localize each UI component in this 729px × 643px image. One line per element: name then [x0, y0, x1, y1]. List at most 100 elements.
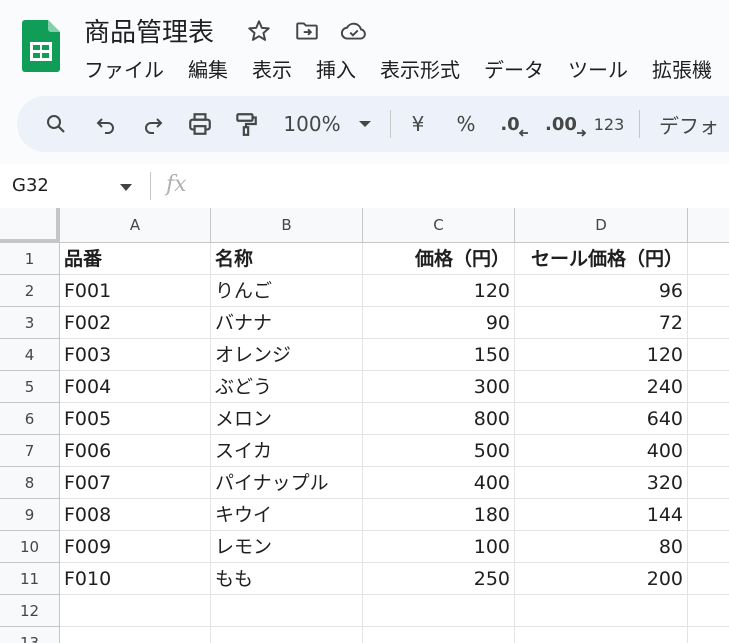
empty-cell[interactable] — [688, 531, 729, 563]
table-cell[interactable]: 100 — [363, 531, 515, 563]
table-cell[interactable]: 96 — [515, 275, 688, 307]
empty-cell[interactable] — [688, 627, 729, 643]
table-cell[interactable]: ぶどう — [211, 371, 363, 403]
menu-insert[interactable]: 挿入 — [316, 54, 356, 83]
empty-cell[interactable] — [60, 627, 211, 643]
row-header-3[interactable]: 3 — [0, 307, 60, 339]
empty-cell[interactable] — [60, 595, 211, 627]
table-cell[interactable]: 400 — [515, 435, 688, 467]
star-icon[interactable] — [246, 18, 272, 44]
table-cell[interactable]: バナナ — [211, 307, 363, 339]
row-header-12[interactable]: 12 — [0, 595, 60, 627]
table-cell[interactable]: オレンジ — [211, 339, 363, 371]
table-cell[interactable]: F001 — [60, 275, 211, 307]
column-header-b[interactable]: B — [211, 208, 363, 243]
table-cell[interactable]: 400 — [363, 467, 515, 499]
table-cell[interactable]: レモン — [211, 531, 363, 563]
menu-view[interactable]: 表示 — [252, 54, 292, 83]
percent-format-button[interactable]: % — [451, 96, 481, 152]
column-header-partial[interactable] — [688, 208, 729, 243]
empty-cell[interactable] — [688, 339, 729, 371]
table-cell[interactable]: F002 — [60, 307, 211, 339]
table-cell[interactable]: 640 — [515, 403, 688, 435]
empty-cell[interactable] — [688, 499, 729, 531]
table-cell[interactable]: 240 — [515, 371, 688, 403]
menu-tools[interactable]: ツール — [568, 54, 628, 83]
table-cell[interactable]: F005 — [60, 403, 211, 435]
chevron-down-icon[interactable] — [120, 184, 132, 191]
chevron-down-icon[interactable] — [353, 96, 377, 152]
empty-cell[interactable] — [363, 627, 515, 643]
undo-icon[interactable] — [91, 96, 121, 152]
row-header-11[interactable]: 11 — [0, 563, 60, 595]
table-cell[interactable]: F006 — [60, 435, 211, 467]
search-icon[interactable] — [41, 96, 71, 152]
empty-cell[interactable] — [211, 627, 363, 643]
table-cell[interactable]: 144 — [515, 499, 688, 531]
menu-data[interactable]: データ — [484, 54, 544, 83]
table-cell[interactable]: F010 — [60, 563, 211, 595]
currency-format-button[interactable]: ¥ — [403, 96, 433, 152]
table-cell[interactable]: 320 — [515, 467, 688, 499]
header-cell[interactable]: 名称 — [211, 243, 363, 275]
menu-format[interactable]: 表示形式 — [380, 54, 460, 83]
row-header-2[interactable]: 2 — [0, 275, 60, 307]
empty-cell[interactable] — [515, 627, 688, 643]
header-cell[interactable]: 品番 — [60, 243, 211, 275]
increase-decimal-button[interactable]: .00 — [541, 96, 591, 152]
more-formats-button[interactable]: 123 — [591, 96, 627, 152]
table-cell[interactable]: 250 — [363, 563, 515, 595]
empty-cell[interactable] — [688, 435, 729, 467]
move-folder-icon[interactable] — [294, 18, 320, 44]
column-header-a[interactable]: A — [60, 208, 211, 243]
row-header-6[interactable]: 6 — [0, 403, 60, 435]
empty-cell[interactable] — [688, 275, 729, 307]
table-cell[interactable]: スイカ — [211, 435, 363, 467]
table-cell[interactable]: F009 — [60, 531, 211, 563]
table-cell[interactable]: 500 — [363, 435, 515, 467]
header-cell[interactable]: セール価格（円） — [515, 243, 688, 275]
table-cell[interactable]: F008 — [60, 499, 211, 531]
table-cell[interactable]: 200 — [515, 563, 688, 595]
empty-cell[interactable] — [688, 595, 729, 627]
zoom-select[interactable]: 100% — [277, 96, 347, 152]
table-cell[interactable]: F004 — [60, 371, 211, 403]
empty-cell[interactable] — [688, 467, 729, 499]
table-cell[interactable]: メロン — [211, 403, 363, 435]
table-cell[interactable]: キウイ — [211, 499, 363, 531]
table-cell[interactable]: りんご — [211, 275, 363, 307]
font-select[interactable]: デフォ — [659, 96, 729, 152]
empty-cell[interactable] — [211, 595, 363, 627]
menu-extensions[interactable]: 拡張機 — [652, 54, 712, 83]
menu-edit[interactable]: 編集 — [188, 54, 228, 83]
print-icon[interactable] — [184, 96, 216, 152]
empty-cell[interactable] — [363, 595, 515, 627]
row-header-13[interactable]: 13 — [0, 627, 60, 643]
table-cell[interactable]: 150 — [363, 339, 515, 371]
table-cell[interactable]: 80 — [515, 531, 688, 563]
row-header-10[interactable]: 10 — [0, 531, 60, 563]
table-cell[interactable]: 180 — [363, 499, 515, 531]
column-header-c[interactable]: C — [363, 208, 515, 243]
redo-icon[interactable] — [138, 96, 168, 152]
decrease-decimal-button[interactable]: .0 — [495, 96, 535, 152]
table-cell[interactable]: 90 — [363, 307, 515, 339]
table-cell[interactable]: 120 — [515, 339, 688, 371]
table-cell[interactable]: F007 — [60, 467, 211, 499]
row-header-7[interactable]: 7 — [0, 435, 60, 467]
table-cell[interactable]: F003 — [60, 339, 211, 371]
empty-cell[interactable] — [688, 371, 729, 403]
select-all-corner[interactable] — [0, 208, 60, 243]
table-cell[interactable]: もも — [211, 563, 363, 595]
row-header-8[interactable]: 8 — [0, 467, 60, 499]
paint-format-icon[interactable] — [230, 96, 262, 152]
header-cell[interactable]: 価格（円） — [363, 243, 515, 275]
table-cell[interactable]: 72 — [515, 307, 688, 339]
sheets-logo-icon[interactable] — [22, 20, 60, 72]
table-cell[interactable]: 300 — [363, 371, 515, 403]
row-header-4[interactable]: 4 — [0, 339, 60, 371]
empty-cell[interactable] — [688, 307, 729, 339]
empty-cell[interactable] — [688, 243, 729, 275]
empty-cell[interactable] — [688, 563, 729, 595]
empty-cell[interactable] — [515, 595, 688, 627]
